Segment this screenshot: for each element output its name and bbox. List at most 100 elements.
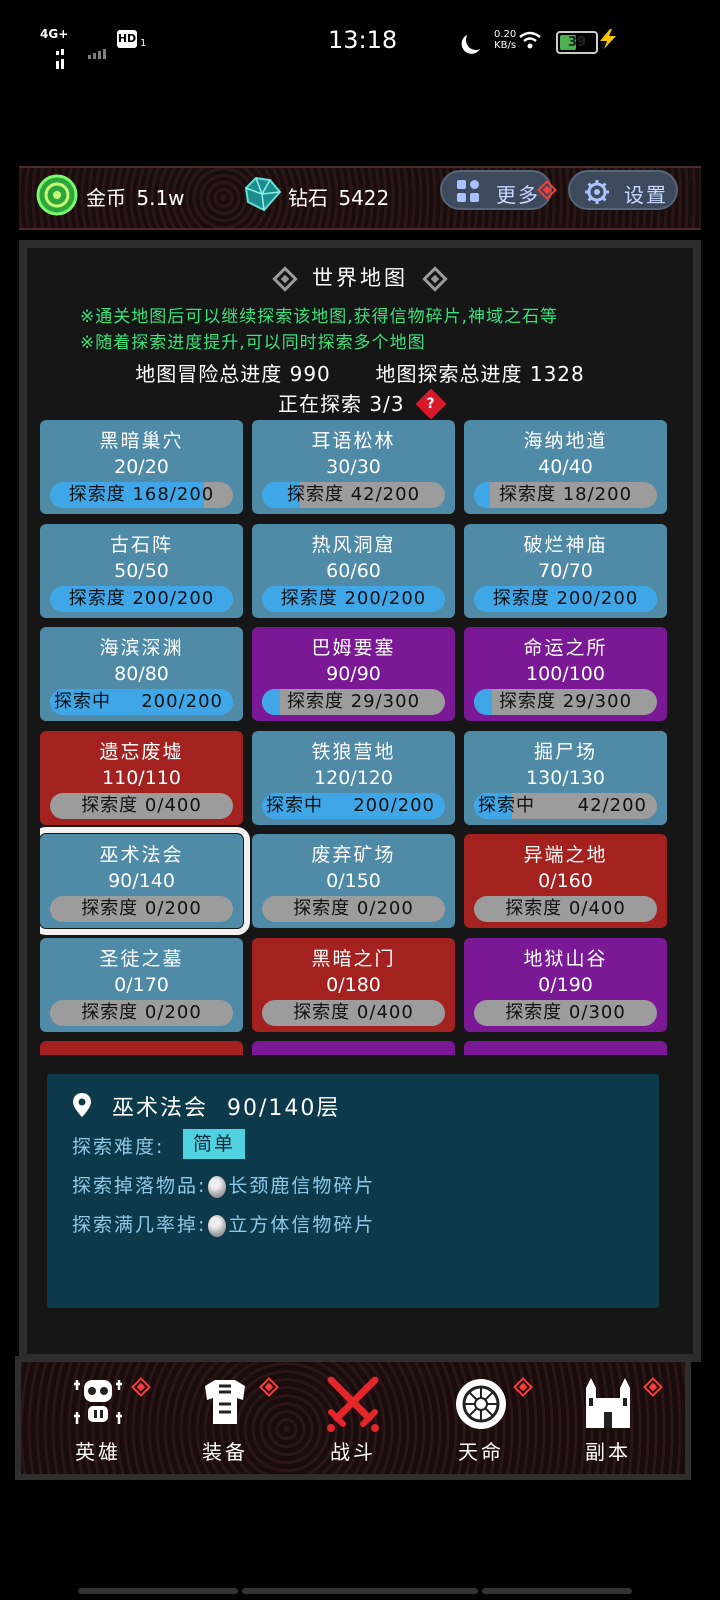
hd-icon: HD	[117, 30, 137, 48]
map-name: 黑暗巢穴	[99, 430, 184, 452]
map-level: 0/170	[114, 974, 169, 996]
map-name: 热风洞窟	[311, 534, 396, 556]
explore-progress-bar: 探索度 42/200	[262, 482, 445, 508]
map-grid: 黑暗巢穴 20/20 探索度 168/200 耳语松林 30/30 探索度 42/200 海…	[40, 420, 668, 1055]
nav-battle[interactable]: 战斗	[303, 1372, 403, 1472]
map-name: 异端之地	[523, 844, 608, 866]
map-tile[interactable]: 海滨深渊 80/80 探索中 200/200	[40, 627, 243, 721]
map-tile[interactable]	[464, 1041, 667, 1055]
map-name: 黑暗之门	[311, 948, 396, 970]
map-tile[interactable]: 废弃矿场 0/150 探索度 0/200	[252, 834, 455, 928]
map-level: 0/190	[538, 974, 593, 996]
explore-progress-bar: 探索中 200/200	[262, 793, 445, 819]
map-name: 掘尸场	[533, 741, 597, 763]
map-tile[interactable]: 海纳地道 40/40 探索度 18/200	[464, 420, 667, 514]
map-level: 90/90	[326, 663, 381, 685]
map-tile[interactable]: 异端之地 0/160 探索度 0/400	[464, 834, 667, 928]
map-level: 0/150	[326, 870, 381, 892]
settings-button-label: 设置	[624, 183, 668, 207]
gold-display: 金币 5.1w	[86, 186, 185, 210]
destiny-icon	[456, 1379, 506, 1429]
map-level: 0/160	[538, 870, 593, 892]
wifi-icon	[519, 31, 541, 49]
gesture-bar	[482, 1588, 632, 1594]
egg-icon	[208, 1214, 227, 1237]
map-tile[interactable]: 黑暗之门 0/180 探索度 0/400	[252, 938, 455, 1032]
map-name: 海纳地道	[523, 430, 608, 452]
explore-progress-bar: 探索度 200/200	[262, 586, 445, 612]
charging-icon	[600, 29, 616, 49]
map-name: 耳语松林	[311, 430, 396, 452]
map-level: 110/110	[102, 767, 181, 789]
network-indicator: 4G+	[40, 27, 68, 69]
hero-icon	[74, 1380, 122, 1424]
map-level: 0/180	[326, 974, 381, 996]
map-name: 破烂神庙	[523, 534, 608, 556]
map-tile[interactable]: 破烂神庙 70/70 探索度 200/200	[464, 524, 667, 618]
map-tile[interactable]: 地狱山谷 0/190 探索度 0/300	[464, 938, 667, 1032]
moon-icon	[464, 28, 487, 51]
gesture-bar	[242, 1588, 478, 1594]
map-level: 90/140	[108, 870, 175, 892]
settings-button[interactable]: 设置	[568, 170, 678, 210]
more-button[interactable]: 更多	[440, 170, 552, 210]
battery-indicator: 39	[556, 31, 598, 54]
map-tile[interactable]: 耳语松林 30/30 探索度 42/200	[252, 420, 455, 514]
explore-progress-bar: 探索度 168/200	[50, 482, 233, 508]
map-name: 古石阵	[109, 534, 173, 556]
map-name: 巫术法会	[99, 844, 184, 866]
map-tile[interactable]: 命运之所 100/100 探索度 29/300	[464, 627, 667, 721]
map-tile[interactable]: 古石阵 50/50 探索度 200/200	[40, 524, 243, 618]
egg-icon	[208, 1175, 227, 1198]
map-name: 命运之所	[523, 637, 608, 659]
map-name: 废弃矿场	[311, 844, 396, 866]
explore-progress-bar: 探索度 0/400	[474, 896, 657, 922]
explore-progress-bar: 探索度 0/200	[262, 896, 445, 922]
map-level: 80/80	[114, 663, 169, 685]
map-level: 60/60	[326, 560, 381, 582]
explore-progress-bar: 探索度 29/300	[474, 689, 657, 715]
gold-coin-icon	[36, 174, 78, 216]
map-name: 遗忘废墟	[99, 741, 184, 763]
explore-progress-bar: 探索度 200/200	[474, 586, 657, 612]
map-tile[interactable]: 圣徒之墓 0/170 探索度 0/200	[40, 938, 243, 1032]
map-tile[interactable]: 遗忘废墟 110/110 探索度 0/400	[40, 731, 243, 825]
map-level: 100/100	[526, 663, 605, 685]
diamond-ornament-icon	[272, 266, 298, 292]
map-tile[interactable]: 铁狼营地 120/120 探索中 200/200	[252, 731, 455, 825]
map-name: 铁狼营地	[311, 741, 396, 763]
more-button-label: 更多	[496, 183, 540, 207]
drop-row: 探索掉落物品: 长颈鹿信物碎片	[72, 1175, 376, 1198]
map-tile[interactable]: 巫术法会 90/140 探索度 0/200	[40, 827, 250, 935]
explore-progress-bar: 探索度 0/400	[262, 1000, 445, 1026]
map-name: 巴姆要塞	[311, 637, 396, 659]
status-bar: 4G+ HD 1 13:18 0.20 KB/s 39	[0, 0, 720, 84]
map-tile[interactable]: 黑暗巢穴 20/20 探索度 168/200	[40, 420, 243, 514]
location-pin-icon	[73, 1093, 91, 1117]
full-drop-row: 探索满几率掉: 立方体信物碎片	[72, 1214, 376, 1237]
map-name: 地狱山谷	[523, 948, 608, 970]
map-tile[interactable]: 巴姆要塞 90/90 探索度 29/300	[252, 627, 455, 721]
map-level: 20/20	[114, 456, 169, 478]
signal-2-icon	[88, 40, 108, 59]
map-tile[interactable]: 热风洞窟 60/60 探索度 200/200	[252, 524, 455, 618]
map-tile[interactable]: 掘尸场 130/130 探索中 42/200	[464, 731, 667, 825]
explore-progress-bar: 探索中 42/200	[474, 793, 657, 819]
panel-title: 世界地图	[0, 262, 720, 292]
map-tile[interactable]	[252, 1041, 455, 1055]
explore-progress-bar: 探索度 0/200	[50, 896, 233, 922]
map-level: 30/30	[326, 456, 381, 478]
gesture-bar	[78, 1588, 238, 1594]
armor-icon	[205, 1380, 245, 1424]
explore-progress-bar: 探索度 0/200	[50, 1000, 233, 1026]
tip-line: ※随着探索进度提升,可以同时探索多个地图	[80, 333, 426, 353]
progress-summary: 地图冒险总进度 990 地图探索总进度 1328	[135, 362, 585, 386]
explore-progress-bar: 探索度 29/300	[262, 689, 445, 715]
map-level: 130/130	[526, 767, 605, 789]
crossed-swords-icon	[327, 1376, 379, 1432]
diamond-icon	[244, 176, 282, 212]
help-icon[interactable]: ?	[415, 387, 447, 420]
map-tile[interactable]	[40, 1041, 243, 1055]
explore-progress-bar: 探索度 18/200	[474, 482, 657, 508]
explore-progress-bar: 探索度 0/300	[474, 1000, 657, 1026]
